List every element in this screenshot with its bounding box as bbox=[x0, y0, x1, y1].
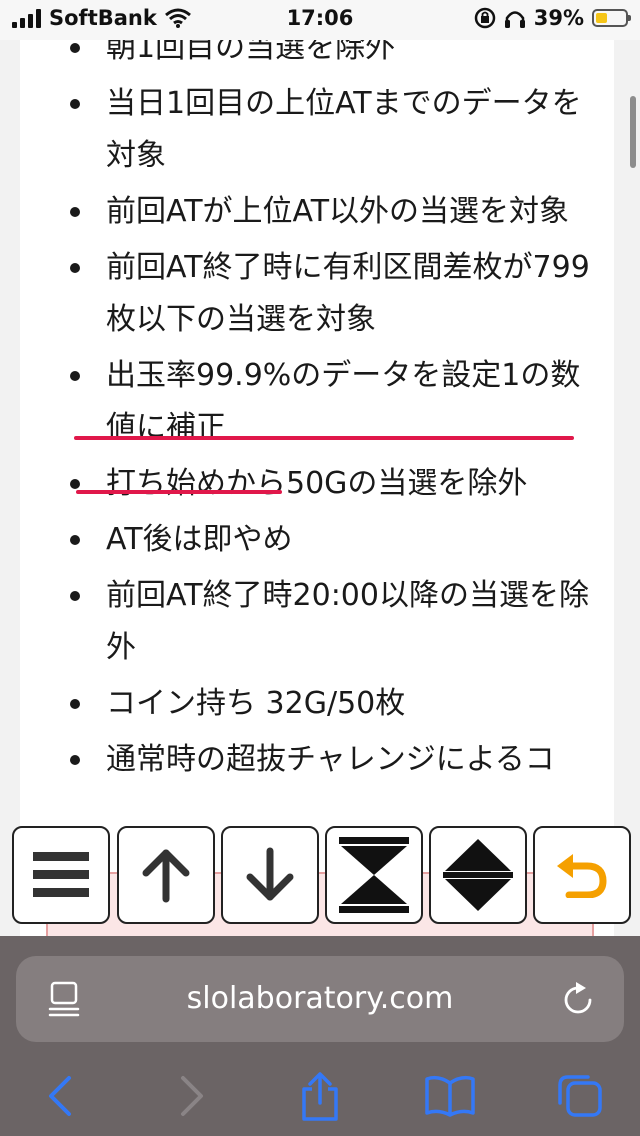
floating-nav bbox=[0, 826, 640, 926]
list-item: 通常時の超抜チャレンジによるコ bbox=[20, 734, 614, 786]
scroll-indicator[interactable] bbox=[630, 96, 636, 168]
headphones-icon bbox=[504, 11, 525, 28]
battery-icon bbox=[592, 9, 631, 27]
cellular-signal-icon bbox=[12, 8, 41, 28]
scroll-down-button[interactable] bbox=[221, 826, 319, 924]
tabs-icon bbox=[558, 1075, 602, 1117]
wifi-icon bbox=[164, 8, 191, 28]
address-bar[interactable]: slolaboratory.com bbox=[16, 956, 624, 1042]
expand-button[interactable] bbox=[429, 826, 527, 924]
list-item: 前回ATが上位AT以外の当選を対象 bbox=[20, 186, 614, 238]
scroll-up-button[interactable] bbox=[117, 826, 215, 924]
condition-list: 朝1回目の当選を除外 当日1回目の上位ATまでのデータを対象 前回ATが上位AT… bbox=[20, 22, 614, 790]
tabs-button[interactable] bbox=[552, 1068, 608, 1124]
hourglass-icon bbox=[339, 837, 409, 913]
hamburger-icon bbox=[33, 852, 89, 897]
return-arrow-icon bbox=[557, 854, 607, 898]
list-item: コイン持ち 32G/50枚 bbox=[20, 678, 614, 730]
red-underline-1 bbox=[74, 436, 574, 440]
list-item: 前回AT終了時に有利区間差枚が799枚以下の当選を対象 bbox=[20, 242, 614, 346]
list-item: 打ち始めから50Gの当選を除外 bbox=[20, 458, 614, 510]
list-item: 当日1回目の上位ATまでのデータを対象 bbox=[20, 78, 614, 182]
arrow-up-icon bbox=[142, 849, 190, 903]
list-item: 前回AT終了時20:00以降の当選を除外 bbox=[20, 570, 614, 674]
carrier-name: SoftBank bbox=[49, 6, 157, 30]
status-bar: SoftBank 17:06 39% bbox=[0, 0, 640, 40]
book-icon bbox=[425, 1075, 475, 1117]
battery-fill bbox=[596, 13, 607, 23]
chevron-left-icon bbox=[49, 1076, 71, 1116]
menu-button[interactable] bbox=[12, 826, 110, 924]
screen: 朝1回目の当選を除外 当日1回目の上位ATまでのデータを対象 前回ATが上位AT… bbox=[0, 0, 640, 1136]
chevron-right-icon bbox=[181, 1076, 203, 1116]
scroll-to-ends-button[interactable] bbox=[325, 826, 423, 924]
back-button[interactable] bbox=[533, 826, 631, 924]
browser-chrome: slolaboratory.com bbox=[0, 936, 640, 1136]
battery-percent: 39% bbox=[533, 6, 584, 30]
url-text[interactable]: slolaboratory.com bbox=[16, 956, 624, 1042]
orientation-lock-icon bbox=[474, 7, 495, 29]
list-item: AT後は即やめ bbox=[20, 514, 614, 566]
forward-nav-button[interactable] bbox=[164, 1068, 220, 1124]
red-underline-2 bbox=[76, 490, 282, 494]
reload-icon[interactable] bbox=[560, 980, 596, 1018]
arrow-down-icon bbox=[246, 847, 294, 901]
share-button[interactable] bbox=[292, 1068, 348, 1124]
bookmarks-button[interactable] bbox=[422, 1068, 478, 1124]
triangles-icon bbox=[443, 839, 513, 911]
back-nav-button[interactable] bbox=[32, 1068, 88, 1124]
share-icon bbox=[302, 1072, 338, 1121]
browser-toolbar bbox=[0, 1060, 640, 1130]
